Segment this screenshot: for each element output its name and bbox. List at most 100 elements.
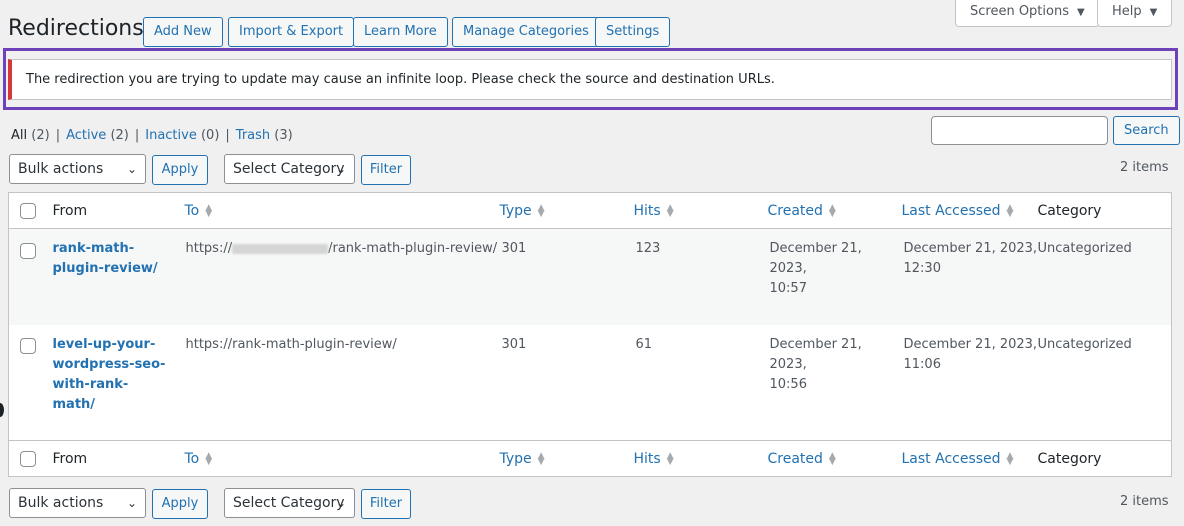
search-button[interactable]: Search <box>1113 116 1180 145</box>
column-last-accessed[interactable]: Last Accessed ▲ ▼ <box>902 441 1038 477</box>
to-cell: https://rank-math-plugin-review/ <box>176 325 500 441</box>
column-category: Category <box>1038 193 1172 229</box>
column-type[interactable]: Type ▲ ▼ <box>500 441 634 477</box>
sort-icon: ▲ ▼ <box>537 450 545 467</box>
sort-icon: ▲ ▼ <box>1006 202 1014 219</box>
select-category-value: Select Category <box>233 495 345 511</box>
page-title: Redirections <box>8 16 144 41</box>
search-input[interactable] <box>931 116 1108 145</box>
sort-icon: ▲ ▼ <box>828 202 836 219</box>
redacted-domain <box>232 243 329 254</box>
column-type-label: Type <box>499 202 532 219</box>
select-all-cell <box>9 193 43 229</box>
status-filter-links: All (2) | Active (2) | Inactive (0) | Trash (3… <box>11 128 293 143</box>
to-prefix: https:// <box>185 241 233 256</box>
column-category-label: Category <box>1037 450 1102 467</box>
column-hits[interactable]: Hits ▲ ▼ <box>634 193 768 229</box>
table-row: level-up-your-wordpress-seo-with-rank-ma… <box>8 324 1172 441</box>
last-accessed-cell: December 21, 2023, 12:30 <box>902 229 1038 325</box>
column-created-label: Created <box>767 202 823 219</box>
last-accessed-cell: December 21, 2023, 11:06 <box>902 325 1038 441</box>
created-time: 10:56 <box>769 376 807 392</box>
filter-trash[interactable]: Trash (3) <box>236 128 293 143</box>
from-cell: rank-math-plugin-review/ <box>43 229 176 325</box>
items-count-bottom: 2 items <box>1120 494 1169 509</box>
chevron-down-icon: ⌄ <box>126 162 137 176</box>
from-link[interactable]: rank-math-plugin-review/ <box>53 239 176 279</box>
filter-active[interactable]: Active (2) <box>66 128 129 143</box>
column-created[interactable]: Created ▲ ▼ <box>768 193 902 229</box>
column-hits[interactable]: Hits ▲ ▼ <box>634 441 768 477</box>
column-type[interactable]: Type ▲ ▼ <box>500 193 634 229</box>
manage-categories-button[interactable]: Manage Categories <box>452 17 600 47</box>
filter-inactive-count: (0) <box>200 128 220 143</box>
select-all-checkbox[interactable] <box>20 202 36 219</box>
category-value: Uncategorized <box>1037 241 1132 256</box>
import-export-button[interactable]: Import & Export <box>228 17 355 47</box>
column-from: From <box>43 193 176 229</box>
select-all-checkbox[interactable] <box>20 450 36 467</box>
filter-all-count: (2) <box>31 128 50 143</box>
row-checkbox-cell <box>9 325 43 441</box>
column-from: From <box>43 441 176 477</box>
column-created-label: Created <box>767 450 823 467</box>
last-accessed-date: December 21, 2023, <box>903 241 1038 256</box>
to-value: https://rank-math-plugin-review/ <box>185 336 397 352</box>
type-value: 301 <box>501 336 527 352</box>
notice-text: The redirection you are trying to update… <box>26 72 775 87</box>
created-time: 10:57 <box>769 281 807 296</box>
edge-dot <box>0 403 4 417</box>
add-new-button[interactable]: Add New <box>143 17 223 47</box>
filter-inactive[interactable]: Inactive (0) <box>145 128 219 143</box>
redirections-table: From To ▲ ▼ Type ▲ ▼ Hits ▲ ▼ Created ▲ ▼ Last A… <box>8 192 1172 477</box>
learn-more-button[interactable]: Learn More <box>353 17 448 47</box>
column-last-accessed[interactable]: Last Accessed ▲ ▼ <box>902 193 1038 229</box>
type-cell: 301 <box>500 229 634 325</box>
filter-button[interactable]: Filter <box>361 155 411 185</box>
help-button[interactable]: Help ▼ <box>1097 0 1173 27</box>
select-category-select-bottom[interactable]: Select Category ⌄ <box>224 488 355 518</box>
hits-cell: 123 <box>634 229 768 325</box>
to-cell: https:// /rank-math-plugin-review/ <box>176 229 500 325</box>
column-to-label: To <box>184 450 200 467</box>
bulk-actions-select-bottom[interactable]: Bulk actions ⌄ <box>9 488 146 518</box>
filter-button-bottom[interactable]: Filter <box>361 489 411 519</box>
screen-options-button[interactable]: Screen Options ▼ <box>955 0 1100 27</box>
row-checkbox[interactable] <box>20 338 36 354</box>
column-last-accessed-label: Last Accessed <box>901 202 1001 219</box>
last-accessed-time: 11:06 <box>903 356 941 372</box>
column-from-label: From <box>52 202 88 219</box>
filter-trash-count: (3) <box>274 128 293 143</box>
last-accessed-date: December 21, 2023, <box>903 336 1038 352</box>
filter-trash-label: Trash <box>235 128 271 143</box>
sort-icon: ▲ ▼ <box>1006 450 1014 467</box>
column-to[interactable]: To ▲ ▼ <box>176 193 500 229</box>
column-hits-label: Hits <box>633 202 661 219</box>
select-category-select[interactable]: Select Category ⌄ <box>224 154 355 184</box>
column-hits-label: Hits <box>633 450 661 467</box>
bulk-actions-value: Bulk actions <box>18 495 104 511</box>
bulk-actions-select[interactable]: Bulk actions ⌄ <box>9 154 146 184</box>
column-to-label: To <box>184 202 200 219</box>
created-date: December 21, 2023, <box>769 336 862 372</box>
filter-all[interactable]: All (2) <box>11 128 50 143</box>
settings-button[interactable]: Settings <box>595 17 671 47</box>
filter-inactive-label: Inactive <box>145 128 197 143</box>
column-to[interactable]: To ▲ ▼ <box>176 441 500 477</box>
from-link[interactable]: level-up-your-wordpress-seo-with-rank-ma… <box>53 335 176 415</box>
column-from-label: From <box>52 450 88 467</box>
sort-icon: ▲ ▼ <box>666 202 674 219</box>
row-checkbox[interactable] <box>20 242 36 259</box>
items-count: 2 items <box>1120 160 1169 175</box>
error-notice: The redirection you are trying to update… <box>8 59 1172 100</box>
type-cell: 301 <box>500 325 634 441</box>
apply-button-bottom[interactable]: Apply <box>152 489 208 519</box>
column-created[interactable]: Created ▲ ▼ <box>768 441 902 477</box>
chevron-down-icon: ⌄ <box>335 162 346 176</box>
type-value: 301 <box>501 241 527 256</box>
caret-down-icon: ▼ <box>1149 7 1158 18</box>
sort-icon: ▲ ▼ <box>666 450 674 467</box>
to-suffix: /rank-math-plugin-review/ <box>328 241 498 256</box>
filter-active-label: Active <box>66 128 107 143</box>
apply-button[interactable]: Apply <box>152 155 208 185</box>
